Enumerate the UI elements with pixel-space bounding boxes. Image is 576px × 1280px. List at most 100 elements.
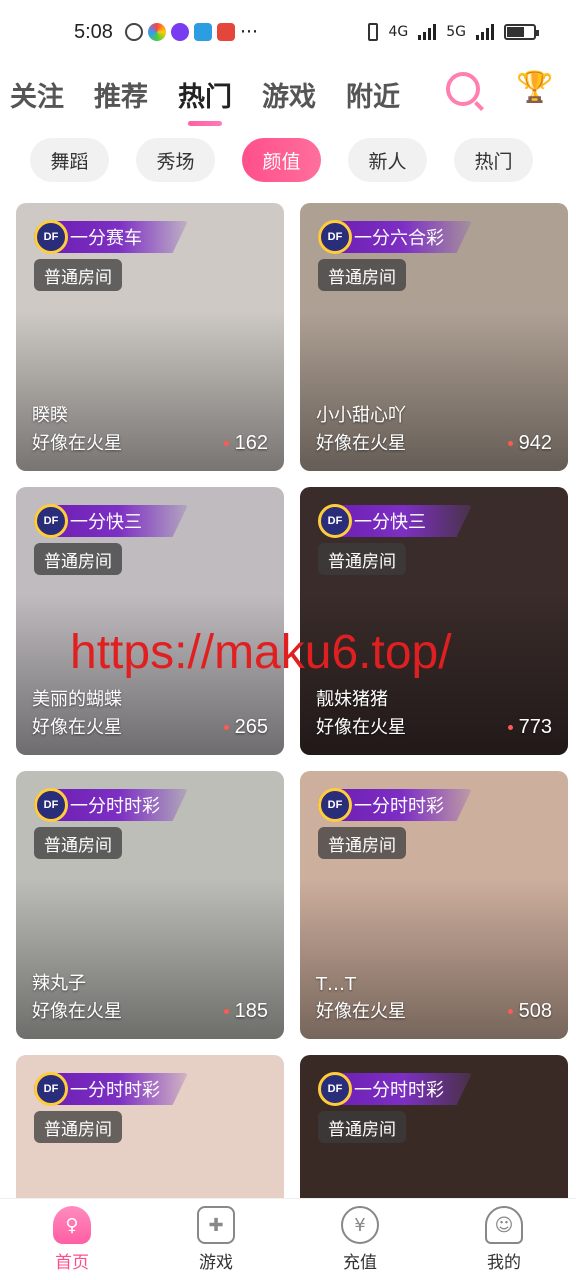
viewer-count-value: 942 bbox=[518, 432, 552, 454]
battery-icon bbox=[504, 24, 539, 40]
live-dot-icon bbox=[507, 1009, 513, 1014]
chip-looks[interactable]: 颜值 bbox=[242, 138, 321, 182]
live-dot-icon bbox=[507, 725, 513, 730]
viewer-count: 265 bbox=[223, 716, 268, 739]
nav-profile[interactable]: ☺ 我的 bbox=[432, 1199, 576, 1280]
viewer-count-value: 162 bbox=[234, 432, 268, 454]
infinity-icon bbox=[170, 23, 189, 41]
nav-home[interactable]: ♀ 首页 bbox=[0, 1199, 144, 1280]
gamepad-icon: ✚ bbox=[197, 1206, 235, 1244]
room-type-badge: 普通房间 bbox=[34, 543, 122, 575]
room-card[interactable]: 一分快三 DF 普通房间 美丽的蝴蝶 好像在火星 265 bbox=[16, 487, 284, 755]
streamer-location: 好像在火星 bbox=[316, 1001, 406, 1022]
home-girl-icon: ♀ bbox=[53, 1206, 91, 1244]
vibrate-icon bbox=[368, 23, 379, 41]
active-tab-indicator bbox=[188, 120, 222, 126]
game-logo-icon: DF bbox=[34, 220, 68, 254]
game-logo-icon: DF bbox=[318, 1072, 352, 1106]
viewer-count-value: 508 bbox=[518, 1000, 552, 1022]
category-chips: 舞蹈 秀场 颜值 新人 热门 bbox=[30, 138, 533, 182]
tab-label: 推荐 bbox=[94, 81, 148, 113]
chip-show[interactable]: 秀场 bbox=[136, 138, 215, 182]
bottom-nav: ♀ 首页 ✚ 游戏 ¥ 充值 ☺ 我的 bbox=[0, 1198, 576, 1280]
room-card[interactable]: 一分赛车 DF 普通房间 睽睽 好像在火星 162 bbox=[16, 203, 284, 471]
game-logo-icon: DF bbox=[34, 788, 68, 822]
nav-label: 充值 bbox=[343, 1253, 377, 1273]
viewer-count: 942 bbox=[507, 432, 552, 455]
telegram-icon bbox=[193, 23, 212, 41]
streamer-name: 靓妹猪猪 bbox=[316, 689, 388, 710]
signal-icon-2 bbox=[476, 24, 494, 40]
room-card[interactable]: 一分时时彩 DF 普通房间 T…T 好像在火星 508 bbox=[300, 771, 568, 1039]
tab-label: 游戏 bbox=[262, 81, 316, 113]
room-type-badge: 普通房间 bbox=[318, 1111, 406, 1143]
status-bar: 5:08 ··· 4G 5G bbox=[0, 0, 576, 64]
room-type-badge: 普通房间 bbox=[34, 1111, 122, 1143]
red-app-icon bbox=[216, 23, 235, 41]
notification-icon bbox=[124, 23, 143, 41]
streamer-name: 美丽的蝴蝶 bbox=[32, 689, 122, 710]
tab-label: 附近 bbox=[346, 81, 400, 113]
watermark-url: https://maku6.top/ bbox=[70, 626, 452, 679]
trophy-icon[interactable]: 🏆 bbox=[516, 70, 553, 105]
tab-recommend[interactable]: 推荐 bbox=[94, 75, 148, 114]
nav-games[interactable]: ✚ 游戏 bbox=[144, 1199, 288, 1280]
nav-recharge[interactable]: ¥ 充值 bbox=[288, 1199, 432, 1280]
app-icon bbox=[147, 23, 166, 41]
yen-coin-icon: ¥ bbox=[341, 1206, 379, 1244]
room-type-badge: 普通房间 bbox=[318, 543, 406, 575]
chip-dance[interactable]: 舞蹈 bbox=[30, 138, 109, 182]
more-icon: ··· bbox=[239, 21, 259, 43]
tab-hot[interactable]: 热门 bbox=[178, 75, 232, 126]
live-dot-icon bbox=[223, 441, 229, 446]
room-card[interactable]: 一分时时彩 DF 普通房间 辣丸子 好像在火星 185 bbox=[16, 771, 284, 1039]
streamer-name: 小小甜心吖 bbox=[316, 405, 406, 426]
viewer-count: 185 bbox=[223, 1000, 268, 1023]
room-card[interactable]: 一分六合彩 DF 普通房间 小小甜心吖 好像在火星 942 bbox=[300, 203, 568, 471]
user-icon: ☺ bbox=[485, 1206, 523, 1244]
viewer-count: 508 bbox=[507, 1000, 552, 1023]
chip-hot[interactable]: 热门 bbox=[454, 138, 533, 182]
tab-nearby[interactable]: 附近 bbox=[346, 75, 400, 114]
live-dot-icon bbox=[223, 725, 229, 730]
nav-label: 首页 bbox=[55, 1253, 89, 1273]
game-logo-icon: DF bbox=[318, 220, 352, 254]
streamer-location: 好像在火星 bbox=[316, 717, 406, 738]
game-logo-icon: DF bbox=[318, 504, 352, 538]
live-dot-icon bbox=[223, 1009, 229, 1014]
room-card[interactable]: 一分快三 DF 普通房间 靓妹猪猪 好像在火星 773 bbox=[300, 487, 568, 755]
streamer-location: 好像在火星 bbox=[32, 1001, 122, 1022]
tab-label: 热门 bbox=[178, 81, 232, 113]
search-icon[interactable] bbox=[446, 72, 480, 106]
streamer-name: 辣丸子 bbox=[32, 973, 86, 994]
nav-label: 游戏 bbox=[199, 1253, 233, 1273]
streamer-location: 好像在火星 bbox=[32, 717, 122, 738]
room-type-badge: 普通房间 bbox=[34, 827, 122, 859]
room-card[interactable]: 一分时时彩 DF 普通房间 bbox=[300, 1055, 568, 1198]
network-label-2: 5G bbox=[446, 24, 466, 40]
viewer-count: 162 bbox=[223, 432, 268, 455]
viewer-count-value: 185 bbox=[234, 1000, 268, 1022]
tab-follow[interactable]: 关注 bbox=[10, 75, 64, 114]
streamer-location: 好像在火星 bbox=[32, 433, 122, 454]
viewer-count-value: 773 bbox=[518, 716, 552, 738]
room-type-badge: 普通房间 bbox=[318, 259, 406, 291]
signal-icon bbox=[418, 24, 437, 40]
nav-label: 我的 bbox=[487, 1253, 521, 1273]
streamer-name: 睽睽 bbox=[32, 405, 68, 426]
game-logo-icon: DF bbox=[34, 1072, 68, 1106]
viewer-count-value: 265 bbox=[234, 716, 268, 738]
room-type-badge: 普通房间 bbox=[318, 827, 406, 859]
live-dot-icon bbox=[507, 441, 513, 446]
top-tab-bar: 关注 推荐 热门 游戏 附近 🏆 bbox=[0, 64, 576, 126]
game-logo-icon: DF bbox=[34, 504, 68, 538]
viewer-count: 773 bbox=[507, 716, 552, 739]
tab-games[interactable]: 游戏 bbox=[262, 75, 316, 114]
streamer-name: T…T bbox=[316, 974, 356, 995]
game-logo-icon: DF bbox=[318, 788, 352, 822]
room-card[interactable]: 一分时时彩 DF 普通房间 bbox=[16, 1055, 284, 1198]
room-type-badge: 普通房间 bbox=[34, 259, 122, 291]
status-time: 5:08 bbox=[74, 20, 113, 43]
streamer-location: 好像在火星 bbox=[316, 433, 406, 454]
chip-newcomer[interactable]: 新人 bbox=[348, 138, 427, 182]
